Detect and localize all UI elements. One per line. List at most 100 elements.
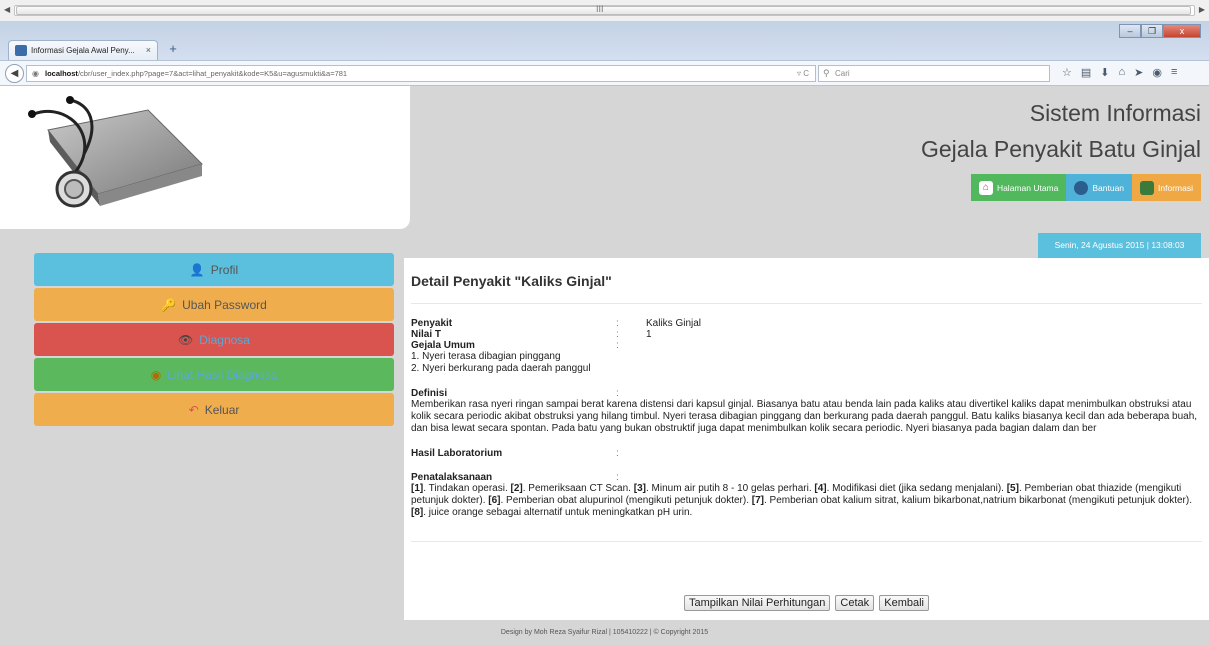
reload-icon[interactable]: ▿ C — [797, 69, 809, 78]
sidebar-item-label: Keluar — [204, 402, 240, 417]
result-icon: ◉ — [150, 367, 162, 382]
download-icon[interactable]: ⬇ — [1100, 66, 1109, 79]
sidebar-menu: 👤 Profil 🔑 Ubah Password 👁 Diagnosa ◉ Li… — [34, 253, 394, 428]
search-icon: ⚲ — [823, 68, 830, 78]
minimize-button[interactable]: – — [1119, 24, 1141, 38]
step-text: . Pemeriksaan CT Scan. — [522, 483, 634, 494]
penatalaksanaan-text: [1]. Tindakan operasi. [2]. Pemeriksaan … — [411, 483, 1202, 519]
new-tab-button[interactable]: + — [164, 41, 182, 57]
nav-label: Bantuan — [1092, 182, 1125, 193]
colon: : — [616, 472, 619, 483]
sidebar-item-profil[interactable]: 👤 Profil — [34, 253, 394, 286]
header-logo-area — [0, 86, 410, 229]
maximize-button[interactable]: ❐ — [1141, 24, 1163, 38]
step-text: . Modifikasi diet (jika sedang menjalani… — [826, 483, 1007, 494]
menu-icon[interactable]: ≡ — [1171, 66, 1177, 79]
sidebar-item-label: Diagnosa — [199, 332, 250, 347]
nav-label: Informasi — [1158, 182, 1193, 193]
step-number: [2] — [510, 483, 523, 494]
browser-chrome: Informasi Gejala Awal Peny... × + – ❐ x … — [0, 22, 1209, 86]
show-calculation-button[interactable]: Tampilkan Nilai Perhitungan — [684, 595, 831, 611]
back-button-page[interactable]: Kembali — [879, 595, 929, 611]
colon: : — [616, 340, 619, 351]
sidebar-item-keluar[interactable]: ↶ Keluar — [34, 393, 394, 426]
row-penatalaksanaan: Penatalaksanaan : — [411, 472, 1202, 483]
sidebar-item-label: Lihat Hasil Diagnosa — [167, 367, 278, 382]
info-icon — [1140, 180, 1155, 195]
header-title-area: Sistem Informasi Gejala Penyakit Batu Gi… — [410, 86, 1209, 229]
main-content: Detail Penyakit "Kaliks Ginjal" Penyakit… — [404, 258, 1209, 620]
page-favicon-icon — [15, 45, 27, 56]
scroll-right-arrow-icon[interactable]: ▶ — [1199, 5, 1205, 14]
site-title-line2: Gejala Penyakit Batu Ginjal — [921, 136, 1201, 162]
step-text: . Pemberian obat kalium sitrat, kalium b… — [763, 495, 1192, 506]
send-icon[interactable]: ➤ — [1134, 66, 1143, 79]
print-button[interactable]: Cetak — [835, 595, 875, 611]
scroll-left-arrow-icon[interactable]: ◀ — [4, 5, 10, 14]
step-number: [1] — [411, 483, 424, 494]
back-arrow-icon: ↶ — [188, 402, 199, 417]
step-text: . Minum air putih 8 - 10 gelas perhari. — [645, 483, 815, 494]
step-number: [6] — [488, 495, 501, 506]
step-number: [5] — [1006, 483, 1019, 494]
window-controls: – ❐ x — [1119, 24, 1201, 40]
nav-informasi[interactable]: Informasi — [1132, 174, 1201, 201]
url-path: /cbr/user_index.php?page=7&act=lihat_pen… — [77, 69, 348, 78]
web-page: Sistem Informasi Gejala Penyakit Batu Gi… — [0, 86, 1209, 645]
sidebar-item-diagnosa[interactable]: 👁 Diagnosa — [34, 323, 394, 356]
site-title-line1: Sistem Informasi — [1029, 100, 1201, 126]
tab-close-icon[interactable]: × — [146, 45, 151, 55]
colon: : — [616, 329, 619, 340]
definisi-text: Memberikan rasa nyeri ringan sampai bera… — [411, 399, 1198, 434]
step-number: [3] — [633, 483, 646, 494]
colon: : — [616, 388, 619, 399]
url-host: localhost — [45, 69, 78, 78]
divider — [411, 303, 1202, 304]
step-number: [7] — [751, 495, 764, 506]
row-definisi: Definisi : — [411, 388, 1202, 399]
globe-icon: ◉ — [32, 69, 39, 78]
sidebar-item-label: Ubah Password — [182, 297, 267, 312]
url-bar[interactable]: ◉ localhost/cbr/user_index.php?page=7&ac… — [26, 65, 816, 82]
reading-list-icon[interactable]: ▤ — [1081, 66, 1091, 79]
tab-title: Informasi Gejala Awal Peny... — [31, 46, 135, 55]
sidebar-item-lihat-hasil-diagnosa[interactable]: ◉ Lihat Hasil Diagnosa — [34, 358, 394, 391]
nilai-label: Nilai T — [411, 329, 442, 340]
nav-bantuan[interactable]: Bantuan — [1066, 174, 1133, 201]
user-help-icon — [1074, 180, 1089, 195]
window-close-button[interactable]: x — [1163, 24, 1201, 38]
sidebar-item-ubah-password[interactable]: 🔑 Ubah Password — [34, 288, 394, 321]
home-toolbar-icon[interactable]: ⌂ — [1119, 66, 1126, 79]
step-text: . Pemberian obat alupurinol (mengikuti p… — [500, 495, 752, 506]
action-buttons: Tampilkan Nilai Perhitungan Cetak Kembal… — [404, 595, 1209, 611]
page-title: Detail Penyakit "Kaliks Ginjal" — [411, 273, 612, 289]
row-gejala: Gejala Umum : — [411, 340, 1202, 351]
divider — [411, 541, 1202, 542]
gejala-item: 1. Nyeri terasa dibagian pinggang — [411, 351, 561, 362]
gejala-label: Gejala Umum — [411, 340, 475, 351]
date-time-badge: Senin, 24 Agustus 2015 | 13:08:03 — [1038, 233, 1201, 258]
penatalaksanaan-label: Penatalaksanaan — [411, 472, 493, 483]
eye-icon: 👁 — [178, 332, 194, 347]
lab-label: Hasil Laboratorium — [411, 448, 503, 459]
search-input[interactable]: ⚲ Cari — [818, 65, 1050, 82]
definisi-label: Definisi — [411, 388, 448, 399]
step-text: . Tindakan operasi. — [423, 483, 511, 494]
row-penyakit: Penyakit : Kaliks Ginjal — [411, 318, 1202, 329]
stethoscope-logo-icon — [28, 96, 203, 208]
browser-tab[interactable]: Informasi Gejala Awal Peny... × — [8, 40, 158, 60]
nav-label: Halaman Utama — [996, 182, 1059, 193]
key-icon: 🔑 — [161, 297, 177, 312]
nav-halaman-utama[interactable]: ⌂ Halaman Utama — [970, 174, 1067, 201]
sidebar-item-label: Profil — [210, 262, 239, 277]
navigation-bar: ◀ ◉ localhost/cbr/user_index.php?page=7&… — [0, 60, 1209, 86]
chat-icon[interactable]: ◉ — [1152, 66, 1162, 79]
colon: : — [616, 448, 619, 459]
horizontal-scrollbar[interactable]: ◀ III ▶ — [0, 0, 1209, 22]
bookmark-star-icon[interactable]: ☆ — [1062, 66, 1072, 79]
penyakit-label: Penyakit — [411, 318, 453, 329]
back-button[interactable]: ◀ — [5, 64, 24, 83]
penyakit-value: Kaliks Ginjal — [646, 318, 702, 329]
search-placeholder: Cari — [835, 69, 850, 78]
step-number: [8] — [411, 507, 424, 518]
